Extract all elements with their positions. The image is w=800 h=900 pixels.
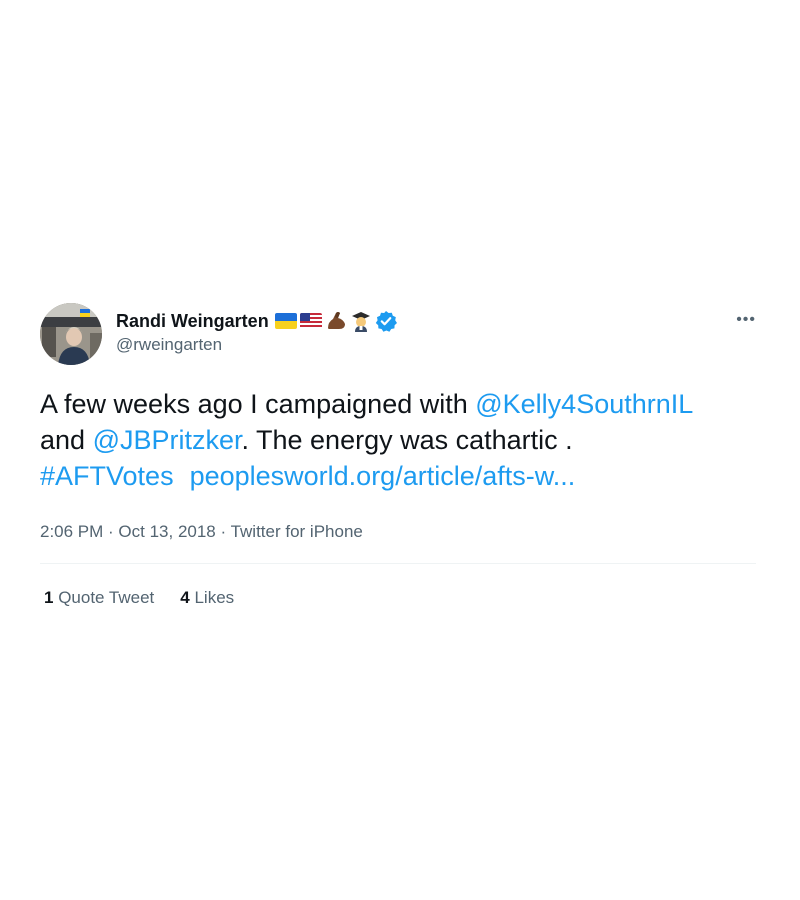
quote-label: Quote Tweet xyxy=(53,588,155,607)
avatar[interactable] xyxy=(40,303,102,365)
tweet-date[interactable]: Oct 13, 2018 xyxy=(118,522,215,541)
author-block: Randi Weingarten @rweingarten xyxy=(116,309,397,355)
tweet-card: Randi Weingarten @rweingarten ••• A few … xyxy=(40,303,756,608)
tweet-time[interactable]: 2:06 PM xyxy=(40,522,103,541)
tweet-text-segment: A few weeks ago I campaigned with xyxy=(40,389,476,419)
mention-kelly-link[interactable]: @Kelly4SouthrnIL xyxy=(475,389,693,419)
tweet-stats: 1 Quote Tweet 4 Likes xyxy=(44,588,756,608)
tweet-header: Randi Weingarten @rweingarten ••• xyxy=(40,303,756,367)
name-row: Randi Weingarten xyxy=(116,309,397,333)
us-flag-icon xyxy=(299,313,322,329)
author-handle[interactable]: @rweingarten xyxy=(116,335,397,355)
meta-separator: · xyxy=(215,522,231,541)
teacher-icon xyxy=(350,310,372,332)
hashtag-link[interactable]: #AFTVotes xyxy=(40,461,174,491)
tweet-source: Twitter for iPhone xyxy=(230,522,363,541)
meta-separator: · xyxy=(103,522,119,541)
tweet-text-line-2: and @JBPritzker. The energy was catharti… xyxy=(40,422,756,458)
tweet-text-line-3: #AFTVotes peoplesworld.org/article/afts-w… xyxy=(40,458,756,494)
likes-stat[interactable]: 4 Likes xyxy=(180,588,234,608)
divider xyxy=(40,563,756,564)
verified-badge-icon xyxy=(375,310,397,332)
ukraine-flag-icon xyxy=(274,313,297,329)
name-badges xyxy=(274,310,397,332)
flexed-biceps-icon xyxy=(325,310,347,332)
display-name[interactable]: Randi Weingarten xyxy=(116,311,269,332)
tweet-text-segment: and xyxy=(40,425,93,455)
like-count: 4 xyxy=(180,588,190,607)
mention-jbpritzker-link[interactable]: @JBPritzker xyxy=(93,425,242,455)
tweet-meta: 2:06 PM · Oct 13, 2018 · Twitter for iPh… xyxy=(40,522,756,542)
quote-tweets-stat[interactable]: 1 Quote Tweet xyxy=(44,588,154,608)
tweet-text: A few weeks ago I campaigned with @Kelly… xyxy=(40,386,756,494)
like-label: Likes xyxy=(189,588,235,607)
tweet-text-segment: . The energy was cathartic . xyxy=(241,425,573,455)
article-url-link[interactable]: peoplesworld.org/article/afts-w... xyxy=(190,461,576,491)
more-options-icon[interactable]: ••• xyxy=(736,311,756,329)
tweet-text-line-1: A few weeks ago I campaigned with @Kelly… xyxy=(40,386,756,422)
